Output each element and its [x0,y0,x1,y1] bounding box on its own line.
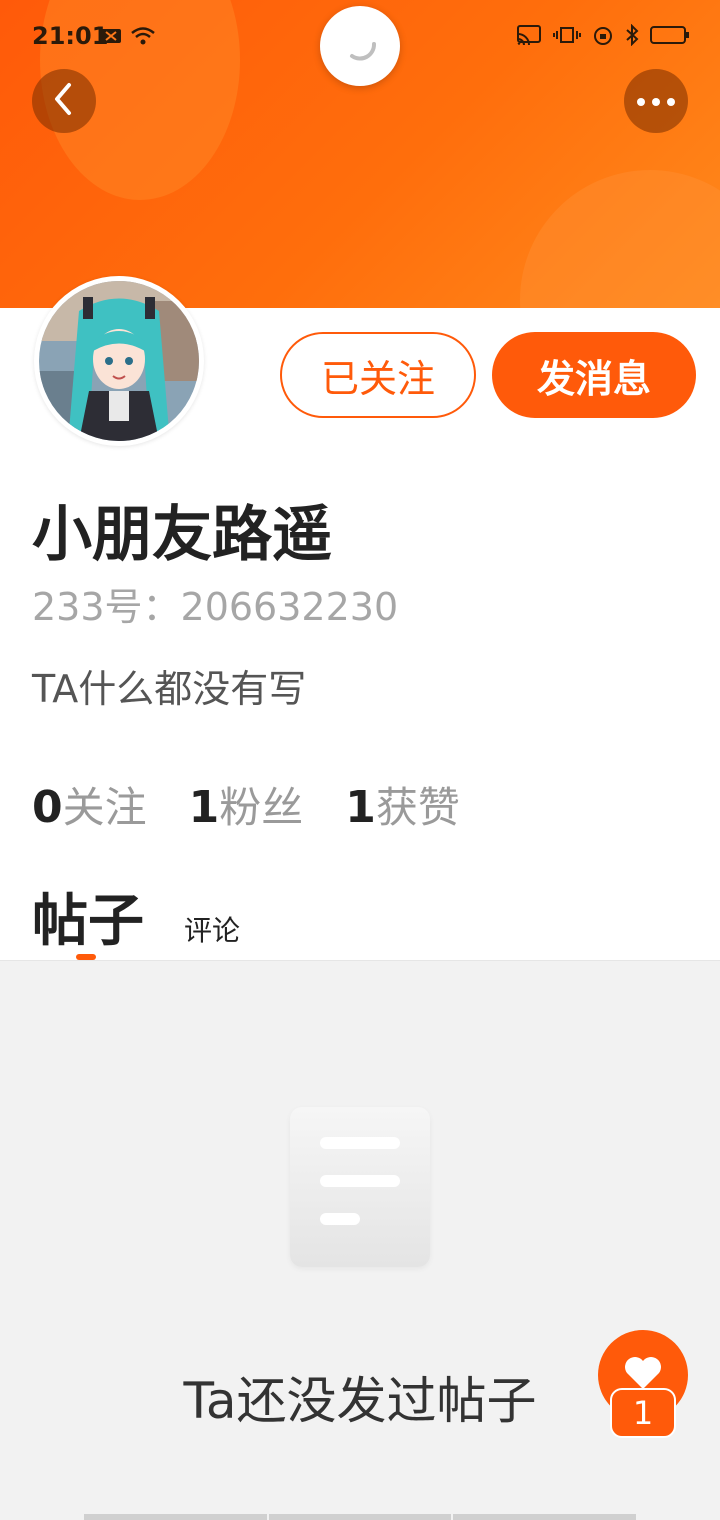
profile-stats: 0 关注 1 粉丝 1 获赞 [32,774,460,835]
avatar-image [39,281,199,441]
stat-label: 获赞 [375,783,460,832]
doc-line [320,1213,360,1225]
user-bio: TA什么都没有写 [32,667,307,711]
user-id: 233号：206632230 [32,585,399,629]
following-button[interactable]: 已关注 [280,332,476,418]
banner-decoration [520,170,720,308]
avatar[interactable] [34,276,204,446]
stat-number: 1 [188,782,220,833]
likes-count[interactable]: 1 获赞 [345,774,460,835]
cast-icon [516,24,542,46]
doc-line [320,1137,400,1149]
doc-line [320,1175,400,1187]
status-time: 21:01 [32,22,109,50]
wifi-icon [130,26,156,46]
bluetooth-icon [624,24,640,46]
empty-document-icon [290,1107,430,1267]
stat-label: 关注 [62,783,147,832]
send-message-button[interactable]: 发消息 [492,332,696,418]
tab-posts[interactable]: 帖子 [32,876,144,957]
spinner-icon [340,24,380,68]
stat-number: 0 [32,782,63,833]
following-count[interactable]: 0 关注 [32,774,147,835]
like-count-badge: 1 [610,1388,676,1438]
stat-label: 粉丝 [219,783,304,832]
more-dots-icon [636,92,676,111]
stat-number: 1 [345,782,376,833]
followers-count[interactable]: 1 粉丝 [189,774,304,835]
chevron-left-icon [49,81,79,121]
notification-icon [100,28,122,44]
more-options-button[interactable] [624,69,688,133]
alarm-icon [592,24,614,46]
posts-content: Ta还没发过帖子 [0,960,720,1520]
back-button[interactable] [32,69,96,133]
profile-tabs: 帖子 评论 [32,876,240,957]
tab-comments[interactable]: 评论 [184,909,240,957]
user-nickname: 小朋友路遥 [32,500,332,570]
vibrate-icon [552,24,582,46]
battery-icon [650,25,690,45]
bottom-divider [84,1514,637,1520]
loading-indicator [320,6,400,86]
